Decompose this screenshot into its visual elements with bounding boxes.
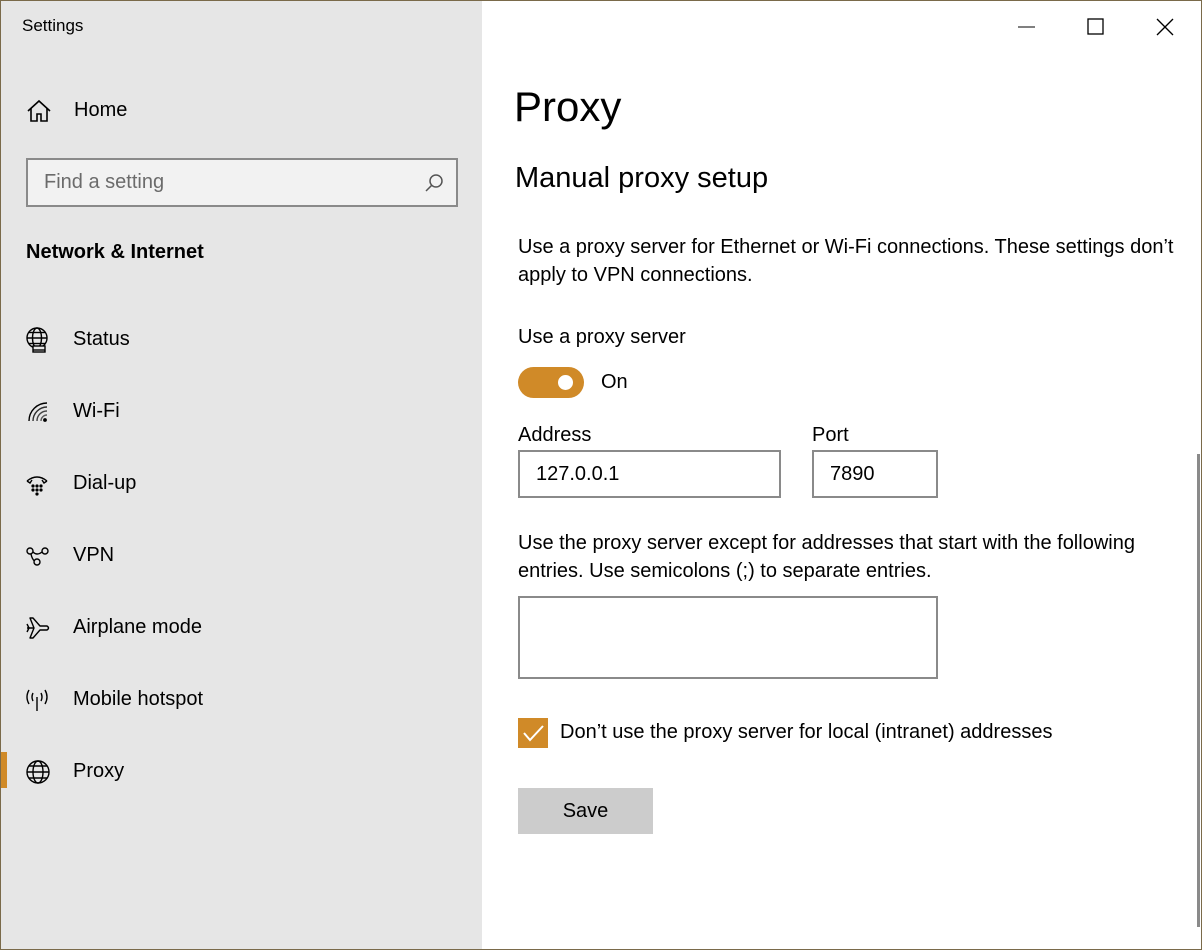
port-input[interactable] xyxy=(814,452,936,496)
port-label: Port xyxy=(812,424,849,446)
toggle-knob xyxy=(558,375,573,390)
sidebar-item-vpn[interactable]: VPN xyxy=(1,529,482,585)
local-addresses-label[interactable]: Don’t use the proxy server for local (in… xyxy=(560,721,1052,744)
address-input[interactable] xyxy=(520,452,779,496)
sidebar-item-label: VPN xyxy=(73,544,115,566)
active-indicator xyxy=(1,752,7,788)
airplane-icon xyxy=(26,617,50,639)
sidebar-item-proxy[interactable]: Proxy xyxy=(1,745,482,801)
search-icon[interactable] xyxy=(424,173,444,193)
home-icon xyxy=(27,99,51,122)
address-field-box xyxy=(518,450,781,498)
sidebar-item-label: Mobile hotspot xyxy=(73,688,204,710)
exceptions-description: Use the proxy server except for addresse… xyxy=(518,532,1135,582)
sidebar-item-label: Wi-Fi xyxy=(73,400,120,422)
sidebar-item-airplane-mode[interactable]: Airplane mode xyxy=(1,601,482,657)
save-button[interactable]: Save xyxy=(518,788,653,834)
minimize-button[interactable] xyxy=(993,1,1062,51)
use-proxy-label: Use a proxy server xyxy=(518,326,686,348)
port-field-box xyxy=(812,450,938,498)
exceptions-box xyxy=(518,596,938,679)
use-proxy-toggle[interactable] xyxy=(518,367,584,398)
checkmark-icon xyxy=(523,725,544,742)
settings-window: Settings Home Network & Internet xyxy=(0,0,1202,950)
search-input[interactable] xyxy=(28,160,456,205)
main-pane: Proxy Manual proxy setup Use a proxy ser… xyxy=(482,1,1201,949)
sidebar: Settings Home Network & Internet xyxy=(1,1,482,949)
wifi-icon xyxy=(28,402,48,422)
minimize-icon xyxy=(1018,26,1035,28)
sidebar-item-wifi[interactable]: Wi-Fi xyxy=(1,385,482,441)
close-icon xyxy=(1156,18,1174,36)
exceptions-input[interactable] xyxy=(520,598,936,677)
home-label: Home xyxy=(74,99,128,121)
sidebar-item-label: Dial-up xyxy=(73,472,137,494)
maximize-button[interactable] xyxy=(1062,1,1131,51)
app-title: Settings xyxy=(22,16,84,35)
section-heading: Manual proxy setup xyxy=(515,162,769,194)
local-addresses-checkbox[interactable] xyxy=(518,718,548,748)
toggle-state-label: On xyxy=(601,371,628,393)
address-label: Address xyxy=(518,424,592,446)
section-title: Network & Internet xyxy=(26,241,204,263)
hotspot-icon xyxy=(26,689,48,711)
sidebar-item-label: Status xyxy=(73,328,130,350)
sidebar-item-label: Proxy xyxy=(73,760,125,782)
close-button[interactable] xyxy=(1131,1,1200,51)
scrollbar[interactable] xyxy=(1197,454,1200,927)
vpn-icon xyxy=(26,547,49,566)
maximize-icon xyxy=(1087,18,1104,35)
sidebar-item-mobile-hotspot[interactable]: Mobile hotspot xyxy=(1,673,482,729)
sidebar-home[interactable]: Home xyxy=(1,89,482,133)
proxy-description: Use a proxy server for Ethernet or Wi-Fi… xyxy=(518,236,1174,286)
sidebar-item-dialup[interactable]: Dial-up xyxy=(1,457,482,513)
sidebar-item-label: Airplane mode xyxy=(73,616,202,638)
search-box xyxy=(26,158,458,207)
globe-icon xyxy=(26,760,50,784)
dialup-icon xyxy=(26,476,48,496)
sidebar-item-status[interactable]: Status xyxy=(1,313,482,369)
globe-status-icon xyxy=(26,327,48,353)
page-title: Proxy xyxy=(514,83,622,130)
